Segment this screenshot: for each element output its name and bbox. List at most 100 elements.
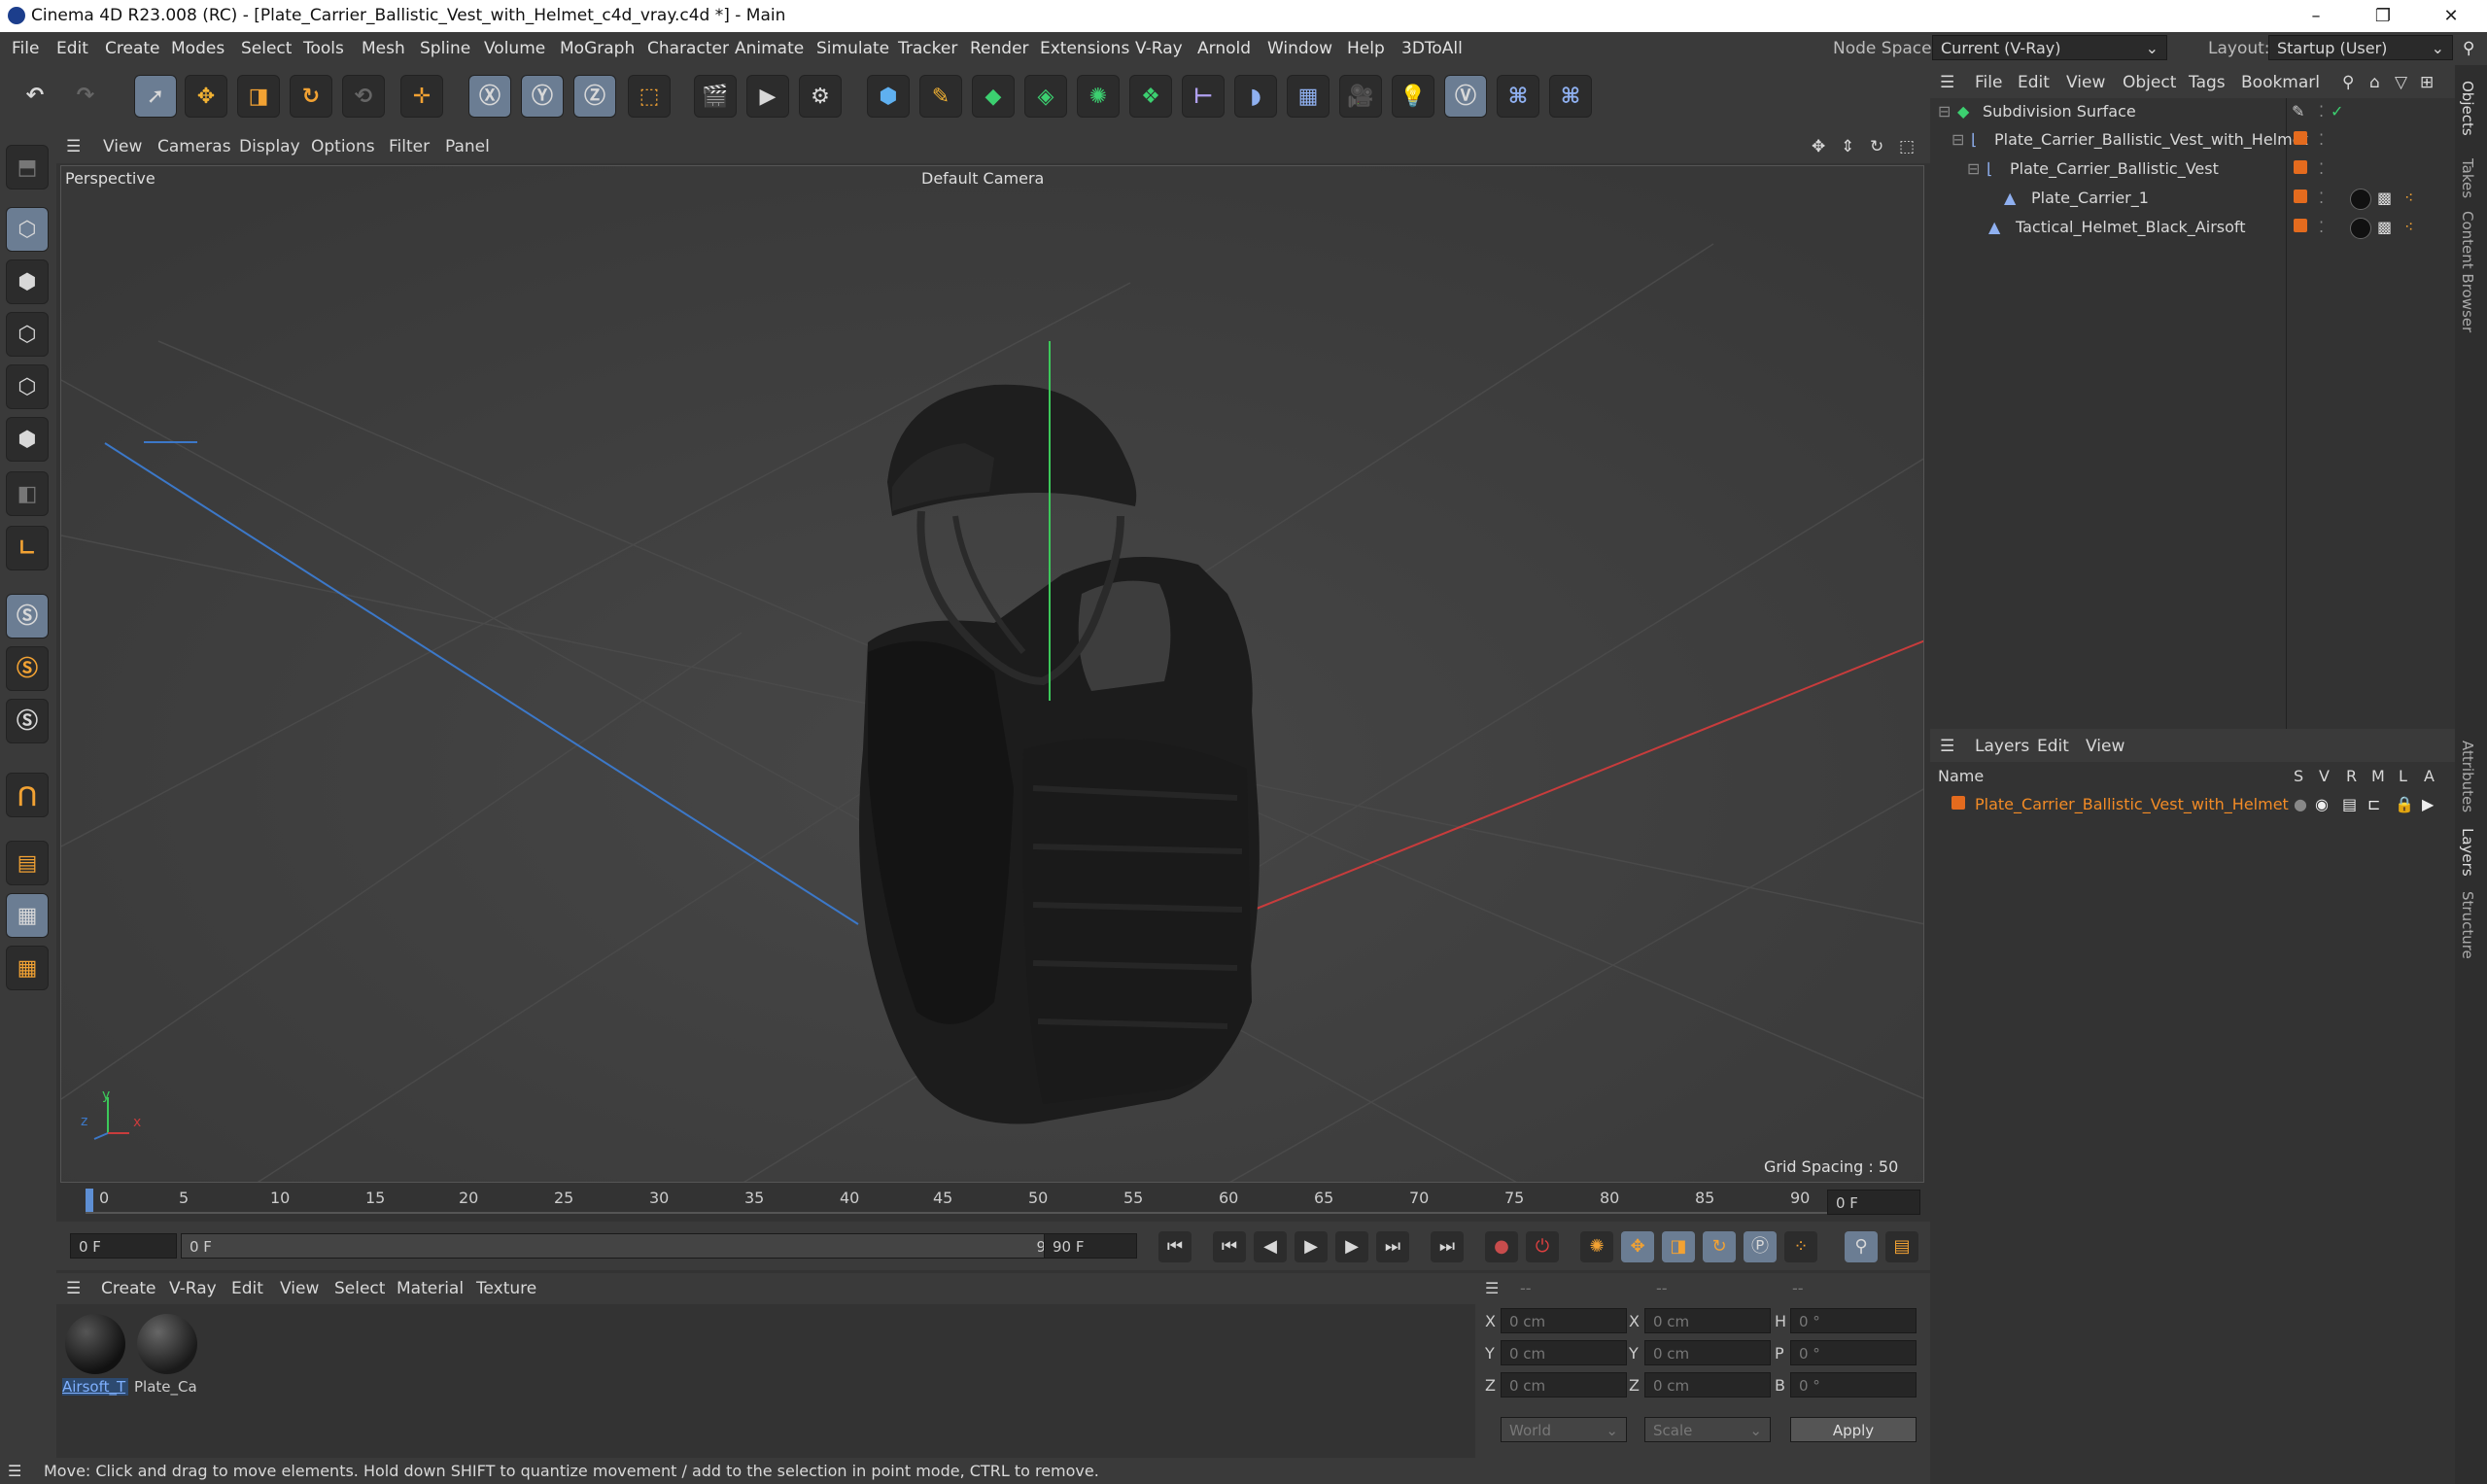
vray-tag-icon[interactable]: ⁖ [2404,214,2413,241]
object-menu-view[interactable]: View [2066,73,2105,92]
parameter-key-icon[interactable]: Ⓟ [1744,1231,1777,1262]
menu-vray[interactable]: V-Ray [1135,39,1183,58]
menu-3dtoall[interactable]: 3DToAll [1401,39,1463,58]
plate-carrier-vest-model[interactable] [859,557,1260,1124]
hamburger-icon[interactable]: ☰ [1485,1279,1499,1297]
rotation-key-icon[interactable]: ↻ [1703,1231,1736,1262]
solo-dot-icon[interactable]: ● [2294,791,2307,818]
hamburger-icon[interactable]: ☰ [66,1279,81,1298]
x-axis-lock-icon[interactable]: Ⓧ [468,75,511,118]
menu-tracker[interactable]: Tracker [898,39,957,58]
enable-axis-icon[interactable]: ◧ [6,471,49,516]
visibility-dots-icon[interactable]: ⁚ [2319,155,2324,183]
viewport-menu-view[interactable]: View [103,137,142,156]
menu-spline[interactable]: Spline [420,39,470,58]
tab-content-browser[interactable]: Content Browser [2459,211,2476,332]
size-y-field[interactable]: 0 cm [1644,1340,1771,1365]
eye-icon[interactable]: ◉ [2315,791,2329,818]
solo-hierarchy-icon[interactable]: Ⓢ [6,646,49,691]
menu-window[interactable]: Window [1267,39,1332,58]
model-mode-icon[interactable]: ⬡ [6,207,49,252]
viewport-menu-cameras[interactable]: Cameras [157,137,231,156]
texture-tag-icon[interactable]: ▩ [2377,214,2392,241]
material-menu-vray[interactable]: V-Ray [169,1279,217,1298]
expand-icon[interactable]: ⊟ [1938,98,1951,125]
tab-layers[interactable]: Layers [2459,828,2476,877]
vray-tag-icon[interactable]: ⁖ [2404,185,2413,212]
scale-tool-icon[interactable]: ◨ [237,75,280,118]
dolly-view-icon[interactable]: ⇕ [1841,137,1854,156]
point-level-key-icon[interactable]: ⁘ [1784,1231,1817,1262]
floor-icon[interactable]: ▦ [1287,75,1330,118]
cloner-icon[interactable]: ✺ [1077,75,1120,118]
tab-attributes[interactable]: Attributes [2459,741,2476,812]
texture-mode-icon[interactable]: ⬢ [6,259,49,304]
apply-button[interactable]: Apply [1790,1417,1917,1442]
coordinate-mode-dropdown[interactable]: World ⌄ [1501,1417,1627,1442]
keyframe-selection-icon[interactable]: ✺ [1580,1231,1613,1262]
render-settings-icon[interactable]: ⚙ [799,75,842,118]
manager-icon[interactable]: ⊏ [2367,791,2380,818]
layer-color-swatch[interactable] [1952,796,1965,810]
next-key-icon[interactable]: ⏭ [1376,1231,1409,1262]
render-region-icon[interactable]: 🎬 [694,75,737,118]
snap-magnet-icon[interactable]: ⋂ [6,773,49,817]
size-x-field[interactable]: 0 cm [1644,1308,1771,1333]
close-button[interactable]: ✕ [2422,2,2480,31]
node-space-dropdown[interactable]: Current (V-Ray) ⌄ [1932,35,2167,60]
maximize-view-icon[interactable]: ⬚ [1899,137,1915,156]
viewport-menu-options[interactable]: Options [311,137,375,156]
texture-tag-icon[interactable]: ▩ [2377,185,2392,212]
size-z-field[interactable]: 0 cm [1644,1372,1771,1398]
render-clapper-icon[interactable]: ▤ [2342,791,2357,818]
solo-off-icon[interactable]: Ⓢ [6,699,49,743]
material-menu-select[interactable]: Select [334,1279,385,1298]
minimize-button[interactable]: – [2287,2,2345,31]
frame-range-slider[interactable]: 0 F 90 F [181,1233,1085,1259]
previous-key-icon[interactable]: ⏮ [1213,1231,1246,1262]
visibility-dots-icon[interactable]: ⁚ [2319,98,2324,125]
light-icon[interactable]: 💡 [1392,75,1434,118]
dope-sheet-icon[interactable]: ▤ [1885,1231,1918,1262]
make-editable-icon[interactable]: ⬒ [6,145,49,190]
menu-edit[interactable]: Edit [56,39,88,58]
material-menu-material[interactable]: Material [397,1279,464,1298]
material-menu-create[interactable]: Create [101,1279,156,1298]
coordinate-system-icon[interactable]: ⬚ [628,75,671,118]
hamburger-icon[interactable]: ☰ [66,137,81,156]
undo-icon[interactable]: ↶ [14,75,56,118]
planar-workplane-icon[interactable]: ▦ [6,946,49,990]
new-window-icon[interactable]: ⊞ [2420,73,2434,92]
orbit-view-icon[interactable]: ↻ [1870,137,1883,156]
python-generator-icon[interactable]: ⌘ [1549,75,1592,118]
search-icon[interactable]: ⚲ [2463,39,2474,58]
next-frame-icon[interactable]: ▶ [1335,1231,1368,1262]
play-icon[interactable]: ▶ [1295,1231,1328,1262]
menu-animate[interactable]: Animate [735,39,804,58]
object-menu-tags[interactable]: Tags [2189,73,2226,92]
filter-icon[interactable]: ▽ [2395,73,2407,92]
material-menu-view[interactable]: View [280,1279,319,1298]
python-script-icon[interactable]: ⌘ [1497,75,1539,118]
object-menu-bookmarks[interactable]: Bookmarl [2241,73,2320,92]
polygons-mode-icon[interactable]: ⬢ [6,417,49,462]
menu-volume[interactable]: Volume [484,39,545,58]
menu-render[interactable]: Render [970,39,1029,58]
pen-spline-icon[interactable]: ✎ [919,75,962,118]
camera-icon[interactable]: 🎥 [1339,75,1382,118]
menu-mograph[interactable]: MoGraph [560,39,635,58]
expand-icon[interactable]: ⊟ [1967,155,1980,183]
tab-structure[interactable]: Structure [2459,891,2476,959]
3d-viewport[interactable]: Perspective Default Camera Grid Spacing … [60,165,1924,1183]
render-view-icon[interactable]: ▶ [746,75,789,118]
visibility-dots-icon[interactable]: ⁚ [2319,214,2324,241]
end-frame-field[interactable]: 90 F [1044,1233,1137,1259]
visibility-dots-icon[interactable]: ⁚ [2319,126,2324,154]
extrude-generator-icon[interactable]: ◈ [1024,75,1067,118]
subdivision-generator-icon[interactable]: ◆ [972,75,1015,118]
menu-extensions[interactable]: Extensions [1040,39,1129,58]
enabled-check-icon[interactable]: ✓ [2331,98,2343,125]
scale-key-icon[interactable]: ◨ [1662,1231,1695,1262]
record-keys-icon[interactable]: ● [1485,1231,1518,1262]
material-menu-edit[interactable]: Edit [231,1279,263,1298]
